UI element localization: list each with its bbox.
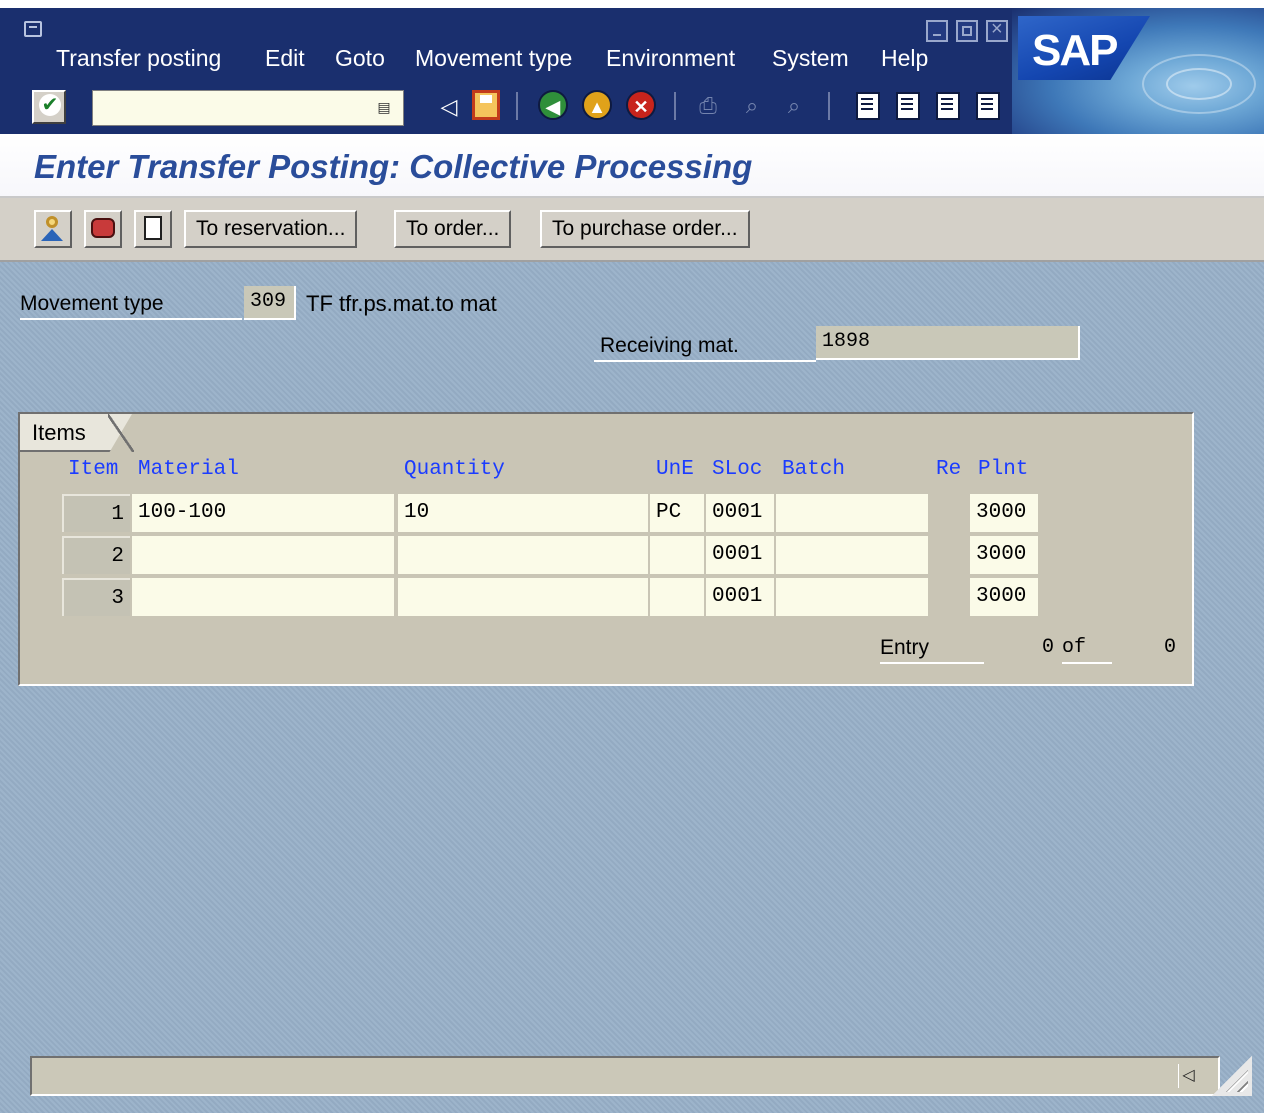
row-number[interactable]: 1 bbox=[62, 494, 130, 532]
back-icon[interactable]: ◀ bbox=[538, 90, 568, 120]
save-icon[interactable] bbox=[472, 90, 500, 120]
storage-location-input[interactable]: 0001 bbox=[706, 494, 774, 532]
toolbar-separator bbox=[828, 92, 830, 120]
quantity-input[interactable] bbox=[398, 578, 648, 616]
previous-page-icon[interactable] bbox=[896, 92, 920, 120]
column-header-material[interactable]: Material bbox=[138, 456, 239, 484]
batch-input[interactable] bbox=[776, 536, 928, 574]
material-input[interactable]: 100-100 bbox=[132, 494, 394, 532]
plant-input[interactable]: 3000 bbox=[970, 536, 1038, 574]
material-input[interactable] bbox=[132, 578, 394, 616]
maximize-icon[interactable] bbox=[956, 20, 978, 42]
column-header-quantity[interactable]: Quantity bbox=[404, 456, 505, 484]
water-ripple-graphic bbox=[1142, 54, 1256, 114]
new-document-icon[interactable] bbox=[134, 210, 172, 248]
entry-total-value: 0 bbox=[1163, 636, 1176, 659]
close-icon[interactable] bbox=[986, 18, 1008, 42]
minimize-icon[interactable] bbox=[926, 20, 948, 42]
movement-type-value: 309 bbox=[244, 286, 296, 320]
entry-current-value[interactable]: 0 bbox=[1022, 632, 1054, 664]
menu-help[interactable]: Help bbox=[881, 44, 928, 72]
enter-icon[interactable] bbox=[32, 90, 66, 124]
menu-environment[interactable]: Environment bbox=[606, 44, 735, 72]
unit-input[interactable]: PC bbox=[650, 494, 704, 532]
application-toolbar: To reservation... To order... To purchas… bbox=[0, 198, 1264, 262]
resize-grip-icon[interactable] bbox=[1212, 1056, 1252, 1096]
back-small-icon[interactable]: ◁ bbox=[434, 92, 464, 122]
plant-input[interactable]: 3000 bbox=[970, 494, 1038, 532]
receiving-material-value: 1898 bbox=[816, 326, 1080, 360]
title-bar: Enter Transfer Posting: Collective Proce… bbox=[0, 134, 1264, 198]
menu-edit[interactable]: Edit bbox=[265, 44, 305, 72]
window-menu-icon[interactable] bbox=[24, 21, 42, 37]
top-strip bbox=[0, 0, 1264, 8]
unit-input[interactable] bbox=[650, 536, 704, 574]
status-bar: ◁ bbox=[30, 1056, 1220, 1096]
unit-input[interactable] bbox=[650, 578, 704, 616]
batch-input[interactable] bbox=[776, 578, 928, 616]
sap-window: Transfer posting Edit Goto Movement type… bbox=[0, 0, 1264, 1113]
quantity-input[interactable]: 10 bbox=[398, 494, 648, 532]
plant-input[interactable]: 3000 bbox=[970, 578, 1038, 616]
items-tab-edge bbox=[108, 414, 134, 452]
system-toolbar: ▤ ◁ ◀ ▲ ✕ ⎙ ⌕ ⌕ bbox=[0, 78, 1012, 134]
row-number[interactable]: 3 bbox=[62, 578, 130, 616]
quantity-input[interactable] bbox=[398, 536, 648, 574]
menu-goto[interactable]: Goto bbox=[335, 44, 385, 72]
cancel-icon[interactable]: ✕ bbox=[626, 90, 656, 120]
person-icon[interactable] bbox=[34, 210, 72, 248]
to-purchase-order-button[interactable]: To purchase order... bbox=[540, 210, 750, 248]
column-header-plant[interactable]: Plnt bbox=[978, 456, 1028, 484]
toolbar-separator bbox=[516, 92, 518, 120]
material-input[interactable] bbox=[132, 536, 394, 574]
row-number[interactable]: 2 bbox=[62, 536, 130, 574]
sap-logo-text: SAP bbox=[1032, 26, 1118, 75]
storage-location-input[interactable]: 0001 bbox=[706, 536, 774, 574]
command-dropdown-icon[interactable]: ▤ bbox=[376, 98, 392, 116]
first-page-icon[interactable] bbox=[856, 92, 880, 120]
items-table-frame: Items Item Material Quantity UnE SLoc Ba… bbox=[18, 412, 1194, 686]
batch-input[interactable] bbox=[776, 494, 928, 532]
work-area: Movement type 309 TF tfr.ps.mat.to mat R… bbox=[0, 262, 1264, 1113]
status-expand-icon[interactable]: ◁ bbox=[1178, 1064, 1198, 1088]
print-icon: ⎙ bbox=[699, 93, 717, 118]
find-next-icon: ⌕ bbox=[787, 93, 801, 118]
to-order-button[interactable]: To order... bbox=[394, 210, 512, 248]
find-icon: ⌕ bbox=[745, 93, 759, 118]
column-header-item[interactable]: Item bbox=[68, 456, 118, 484]
sap-logo: SAP bbox=[1018, 16, 1150, 80]
page-title: Enter Transfer Posting: Collective Proce… bbox=[34, 148, 753, 185]
column-header-reservation[interactable]: Re bbox=[936, 456, 961, 484]
menu-system[interactable]: System bbox=[772, 44, 849, 72]
column-header-storage-location[interactable]: SLoc bbox=[712, 456, 762, 484]
storage-location-input[interactable]: 0001 bbox=[706, 578, 774, 616]
toolbar-separator bbox=[674, 92, 676, 120]
command-field[interactable] bbox=[92, 90, 404, 126]
entry-label: Entry bbox=[880, 632, 984, 664]
movement-type-description: TF tfr.ps.mat.to mat bbox=[306, 291, 497, 316]
items-tab-label: Items bbox=[32, 420, 86, 445]
entry-of-label: of bbox=[1062, 632, 1112, 664]
receiving-material-label: Receiving mat. bbox=[594, 330, 816, 362]
menu-movement-type[interactable]: Movement type bbox=[415, 44, 572, 72]
to-reservation-button[interactable]: To reservation... bbox=[184, 210, 358, 248]
stamp-icon[interactable] bbox=[84, 210, 122, 248]
next-page-icon[interactable] bbox=[936, 92, 960, 120]
movement-type-label: Movement type bbox=[20, 288, 242, 320]
last-page-icon[interactable] bbox=[976, 92, 1000, 120]
column-header-unit[interactable]: UnE bbox=[656, 456, 694, 484]
exit-icon[interactable]: ▲ bbox=[582, 90, 612, 120]
column-header-batch[interactable]: Batch bbox=[782, 456, 845, 484]
menu-transfer-posting[interactable]: Transfer posting bbox=[56, 44, 221, 72]
sap-logo-area: SAP bbox=[1012, 8, 1264, 134]
